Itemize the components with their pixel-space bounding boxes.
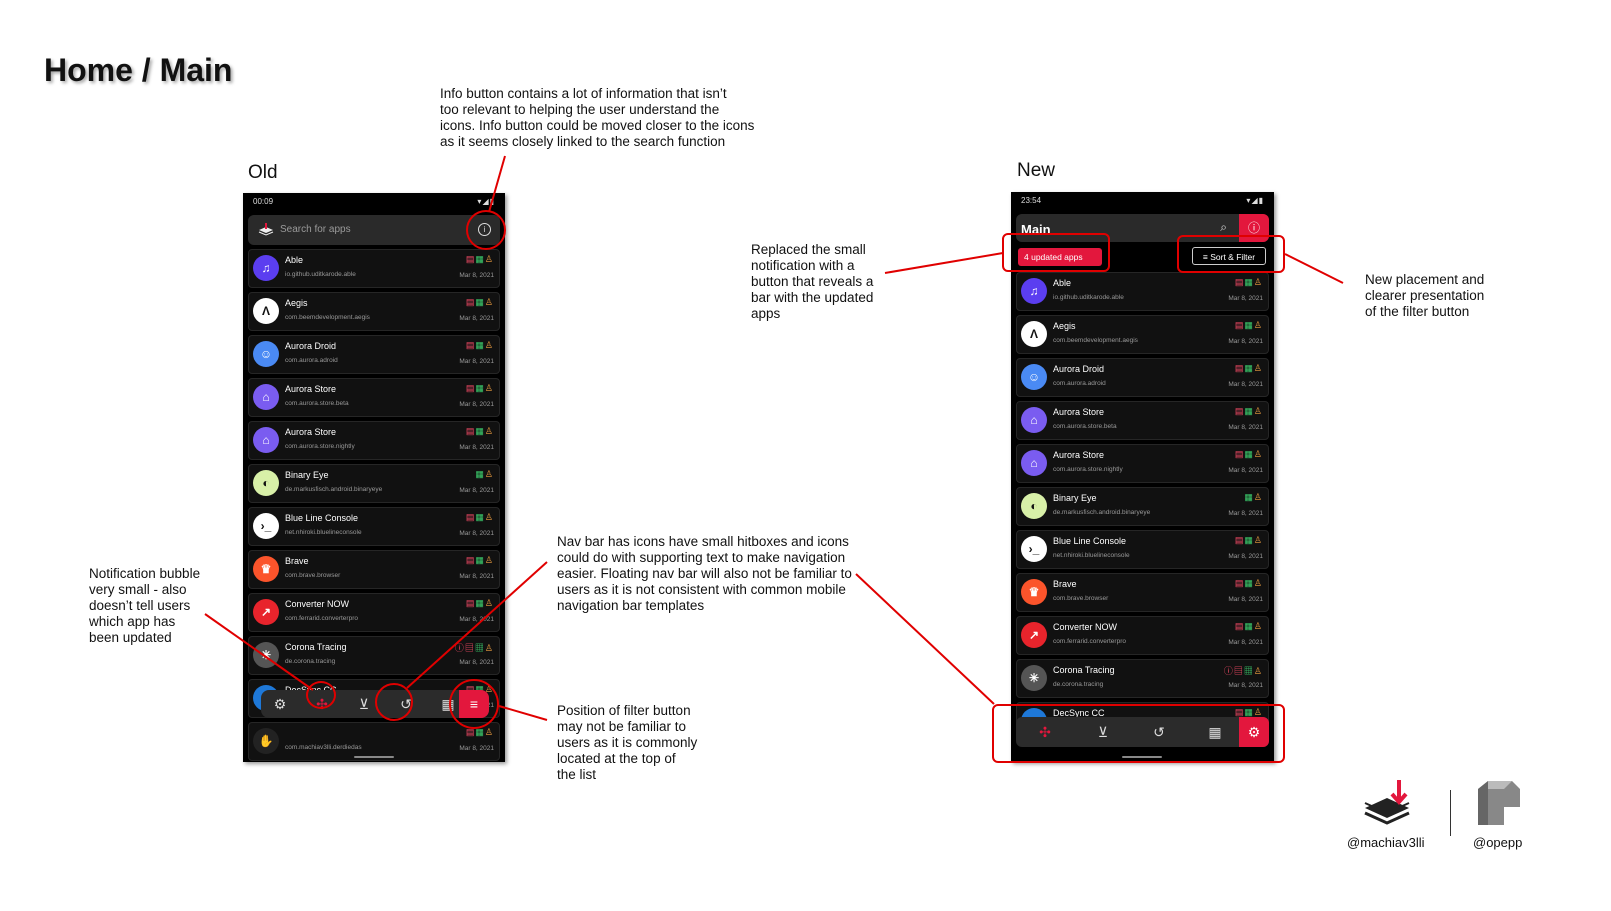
annotation-lines bbox=[204, 155, 1344, 721]
opepp-logo-icon bbox=[1478, 781, 1520, 825]
credit-machiav3lli: @machiav3lli bbox=[1347, 835, 1425, 850]
machiav3lli-logo-icon bbox=[1364, 780, 1410, 825]
credit-opepp: @opepp bbox=[1473, 835, 1523, 850]
credits-divider bbox=[1450, 790, 1451, 836]
